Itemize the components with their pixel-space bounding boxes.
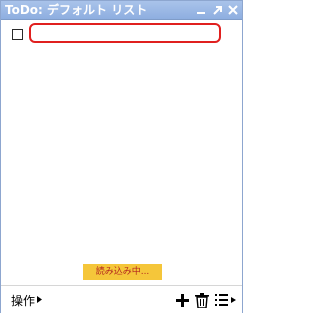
actions-label: 操作 [11, 294, 36, 308]
popout-icon[interactable] [210, 3, 224, 17]
window-title: ToDo: デフォルト リスト [5, 3, 148, 17]
trash-icon[interactable] [195, 292, 209, 308]
todo-window: ToDo: デフォルト リスト 読み込み中... 操作 [0, 0, 243, 313]
footer-icons [170, 289, 237, 311]
close-icon[interactable] [226, 3, 240, 17]
title-bar[interactable]: ToDo: デフォルト リスト [1, 1, 242, 20]
window-controls [192, 1, 240, 19]
task-checkbox[interactable] [12, 29, 23, 40]
plus-icon[interactable] [176, 293, 189, 307]
actions-menu[interactable]: 操作 [11, 292, 43, 309]
task-row [11, 23, 231, 45]
task-input[interactable] [29, 23, 221, 43]
list-icon[interactable] [215, 294, 237, 306]
caret-right-icon [37, 296, 43, 305]
footer-toolbar: 操作 [1, 285, 242, 313]
loading-indicator: 読み込み中... [83, 264, 162, 280]
minimize-icon[interactable] [194, 3, 208, 17]
